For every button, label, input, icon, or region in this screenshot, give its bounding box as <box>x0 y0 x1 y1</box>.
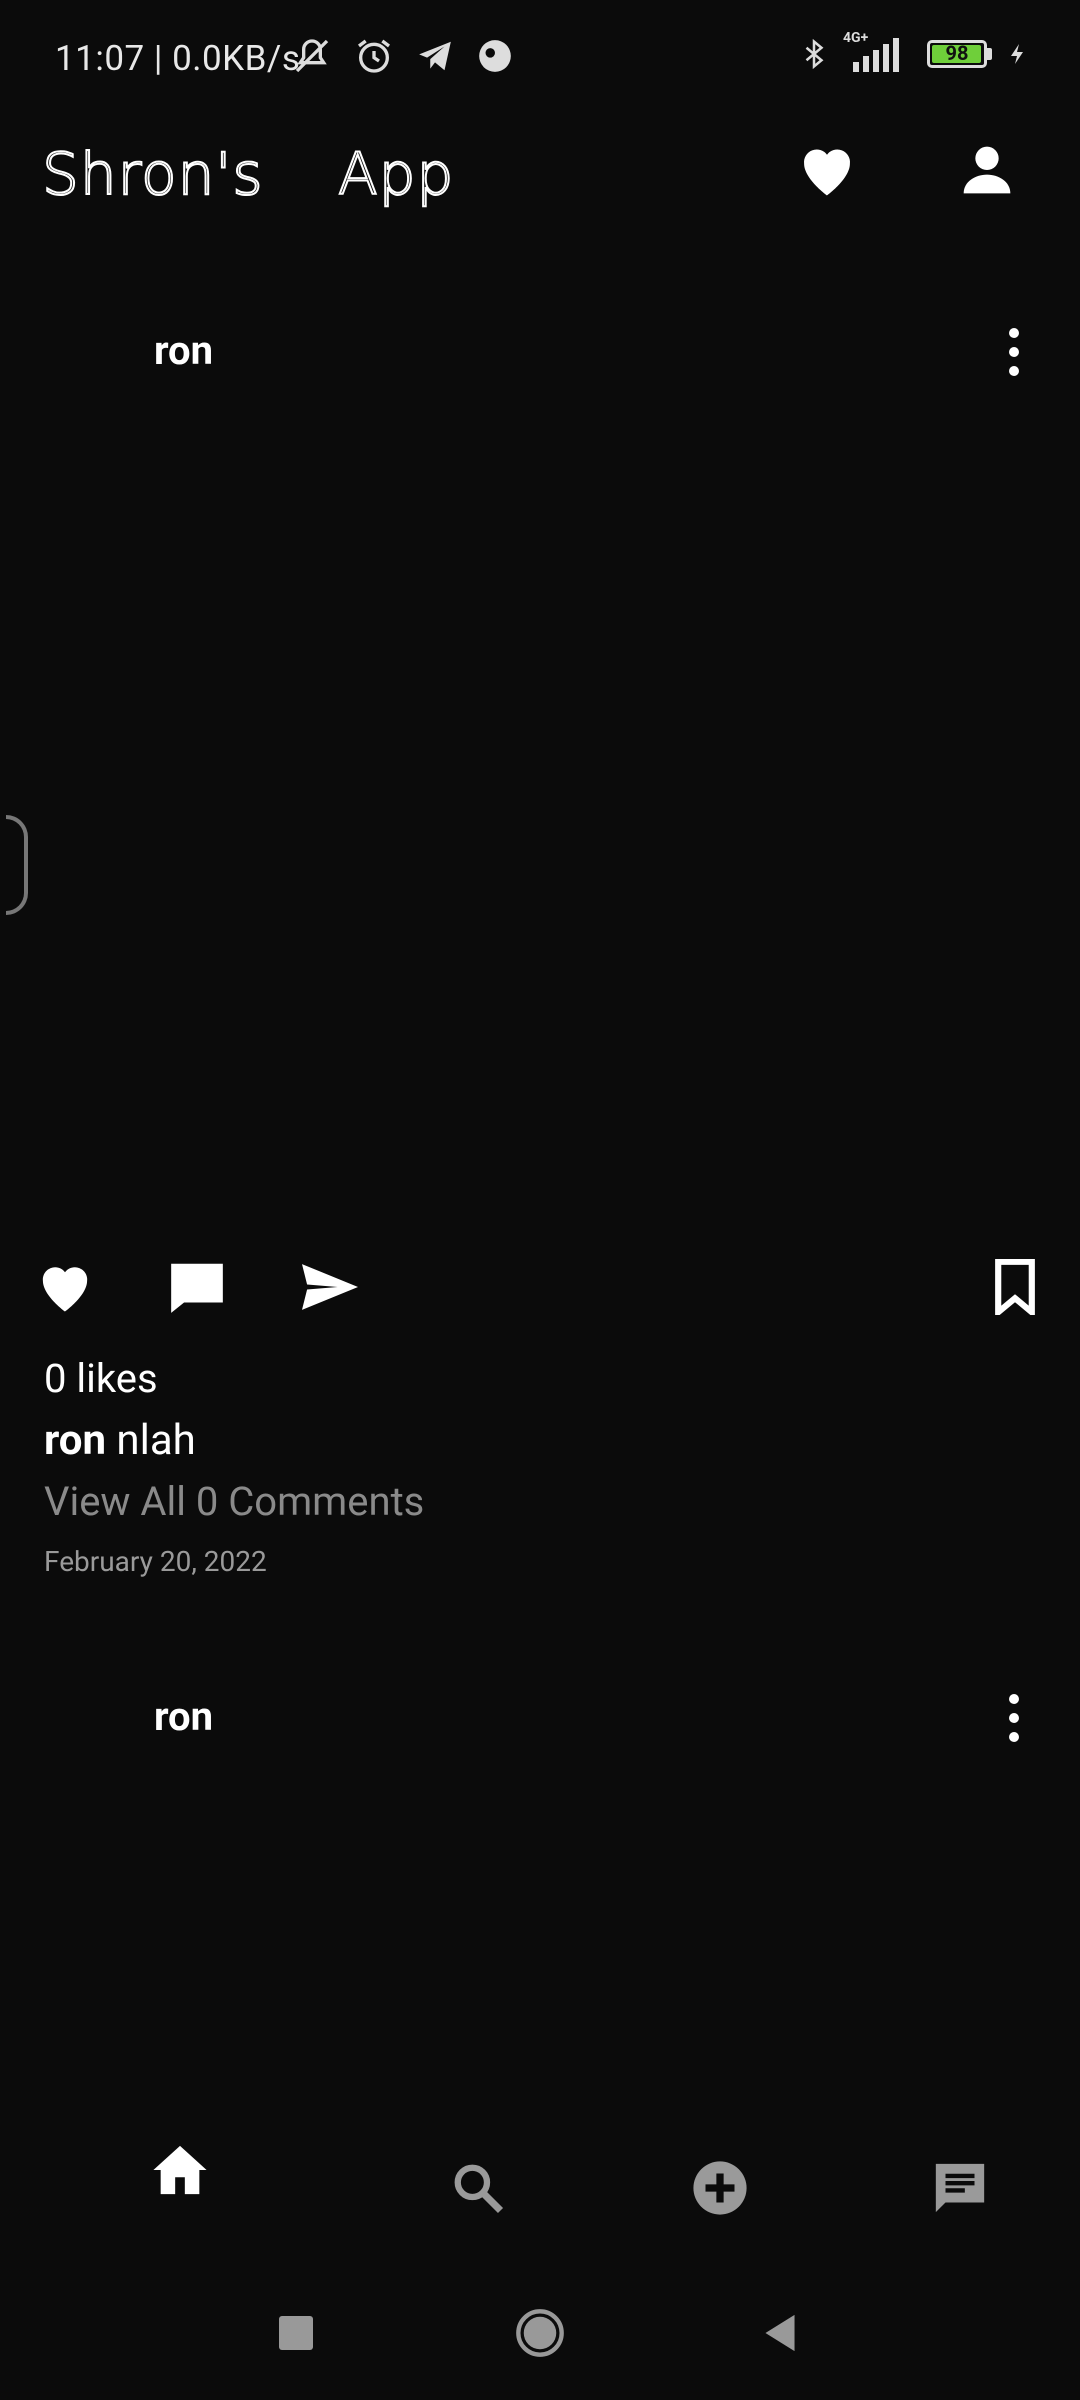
add-post-icon[interactable] <box>680 2148 760 2228</box>
bluetooth-icon <box>805 38 824 70</box>
charging-icon <box>1011 44 1023 64</box>
signal-icon: 4G+ <box>843 30 913 72</box>
app-title: Shron's App <box>41 139 455 209</box>
home-icon[interactable] <box>140 2130 220 2210</box>
mute-icon <box>295 39 329 73</box>
app-title-part2: App <box>337 139 455 209</box>
comment-icon[interactable] <box>162 1252 232 1322</box>
edge-swipe-handle[interactable] <box>6 815 28 915</box>
post-caption: ron nlah <box>44 1416 196 1465</box>
status-notification-icons <box>292 36 514 76</box>
alarm-icon <box>358 39 390 73</box>
post-username[interactable]: ron <box>154 1693 213 1740</box>
post-image[interactable] <box>0 400 1080 1240</box>
back-button[interactable] <box>740 2293 820 2373</box>
battery-level: 98 <box>945 41 969 65</box>
recents-button[interactable] <box>256 2293 336 2373</box>
post-username[interactable]: ron <box>154 327 213 374</box>
status-system-icons: 4G+ 98 <box>799 30 1030 74</box>
share-icon[interactable] <box>295 1252 365 1322</box>
app-title-part1: Shron's <box>41 139 264 209</box>
telegram-icon <box>419 41 451 71</box>
post-date: February 20, 2022 <box>44 1545 267 1578</box>
battery-indicator: 98 <box>927 40 992 68</box>
heart-icon[interactable] <box>792 135 862 205</box>
search-icon[interactable] <box>438 2148 518 2228</box>
view-comments-link[interactable]: View All 0 Comments <box>44 1478 424 1525</box>
caption-text: nlah <box>116 1416 196 1465</box>
home-system-button[interactable] <box>500 2293 580 2373</box>
more-options-icon[interactable] <box>994 1688 1034 1748</box>
likes-count[interactable]: 0 likes <box>44 1355 158 1402</box>
more-options-icon[interactable] <box>994 322 1034 382</box>
app-notification-icon <box>479 40 511 72</box>
profile-icon[interactable] <box>952 135 1022 205</box>
caption-username[interactable]: ron <box>44 1416 106 1465</box>
chat-icon[interactable] <box>920 2148 1000 2228</box>
status-time: 11:07 | 0.0KB/s <box>55 38 301 79</box>
bookmark-icon[interactable] <box>980 1252 1050 1322</box>
like-icon[interactable] <box>30 1252 100 1322</box>
status-bar: 11:07 | 0.0KB/s 4G+ 98 <box>0 0 1080 120</box>
